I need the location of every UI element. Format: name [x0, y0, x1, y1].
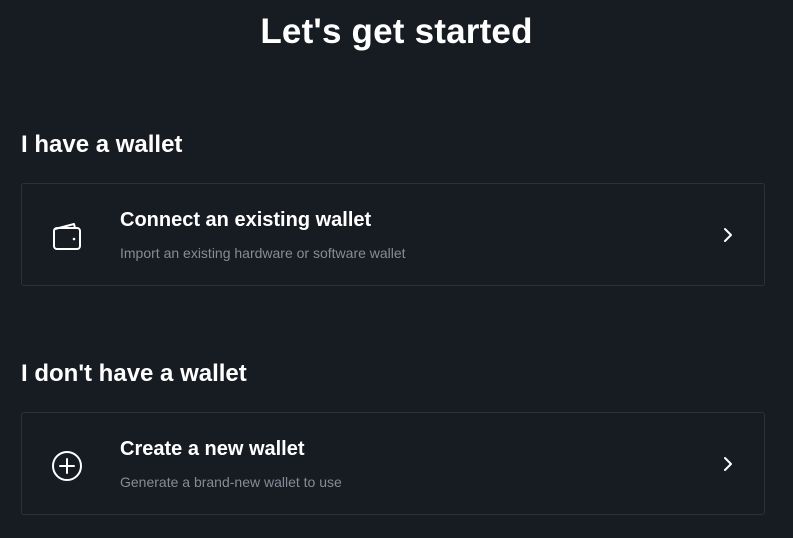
card-title: Create a new wallet: [120, 438, 305, 460]
connect-existing-wallet-card[interactable]: Connect an existing wallet Import an exi…: [21, 183, 765, 286]
card-subtitle: Import an existing hardware or software …: [120, 245, 406, 261]
card-title: Connect an existing wallet: [120, 209, 372, 231]
wallet-icon: [50, 219, 84, 253]
card-subtitle: Generate a brand-new wallet to use: [120, 474, 342, 490]
plus-circle-icon: [50, 448, 84, 482]
section-heading-have-wallet: I have a wallet: [21, 131, 183, 158]
create-new-wallet-card[interactable]: Create a new wallet Generate a brand-new…: [21, 412, 765, 515]
chevron-right-icon: [720, 226, 736, 244]
chevron-right-icon: [720, 455, 736, 473]
page-title: Let's get started: [260, 12, 533, 51]
section-heading-no-wallet: I don't have a wallet: [21, 360, 247, 387]
